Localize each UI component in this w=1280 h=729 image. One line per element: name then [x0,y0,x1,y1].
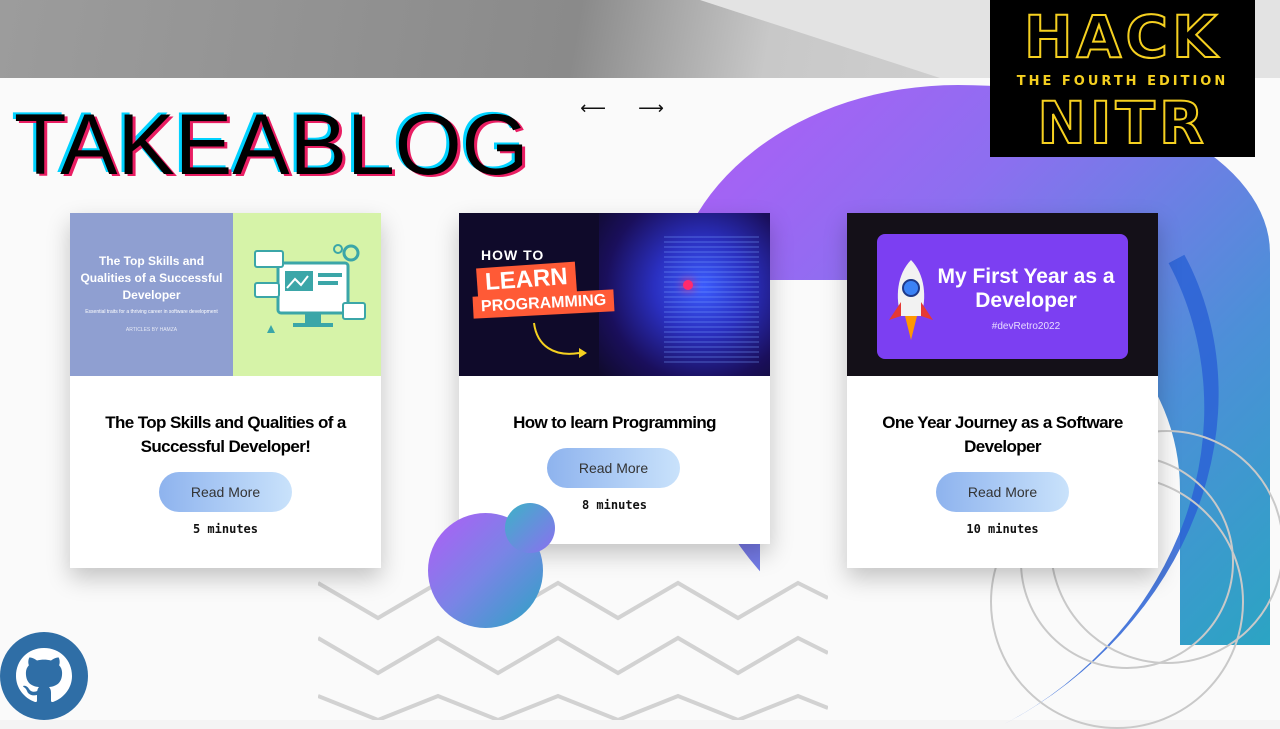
read-time: 8 minutes [581,498,648,512]
read-more-button[interactable]: Read More [936,472,1069,512]
blog-card: The Top Skills and Qualities of a Succes… [70,213,381,568]
thumb-heading: My First Year as a Developer [937,265,1115,312]
curved-arrow-icon [533,322,587,358]
hack-logo-line1: HACK [1023,3,1221,71]
read-time: 10 minutes [966,522,1039,536]
next-arrow-icon[interactable]: ⟶ [634,100,668,118]
card-thumbnail: My First Year as a Developer #devRetro20… [847,213,1158,376]
thumb-byline: ARTICLES BY HAMZA [125,327,178,333]
card-title: One Year Journey as a Software Developer [882,413,1123,456]
site-logo-title: TAKEABLOG [14,97,529,193]
hack-logo-line2: NITR [1036,89,1208,157]
read-more-button[interactable]: Read More [159,472,292,512]
card-title: The Top Skills and Qualities of a Succes… [105,413,346,456]
github-icon[interactable] [0,632,88,720]
card-title: How to learn Programming [513,413,716,432]
developer-illustration-icon [254,244,366,333]
blog-card: My First Year as a Developer #devRetro20… [847,213,1158,568]
card-thumbnail: The Top Skills and Qualities of a Succes… [70,213,381,376]
blog-card: HOW TO LEARN PROGRAMMING How to learn Pr… [459,213,770,544]
prev-arrow-icon[interactable]: ⟵ [576,100,610,118]
thumb-tag: #devRetro2022 [991,321,1061,332]
decorative-zigzag [318,580,828,720]
decorative-sphere-small [505,503,555,553]
card-thumbnail: HOW TO LEARN PROGRAMMING [459,213,770,376]
read-time: 5 minutes [192,522,259,536]
thumb-tagline: Essential traits for a thriving career i… [85,309,218,315]
hack-nitr-logo: HACK THE FOURTH EDITION NITR [990,0,1255,157]
thumb-line1: HOW TO [481,247,545,263]
read-more-button[interactable]: Read More [547,448,680,488]
hack-logo-subtitle: THE FOURTH EDITION [1016,74,1229,89]
thumb-heading: The Top Skills and Qualities of a Succes… [80,254,223,302]
